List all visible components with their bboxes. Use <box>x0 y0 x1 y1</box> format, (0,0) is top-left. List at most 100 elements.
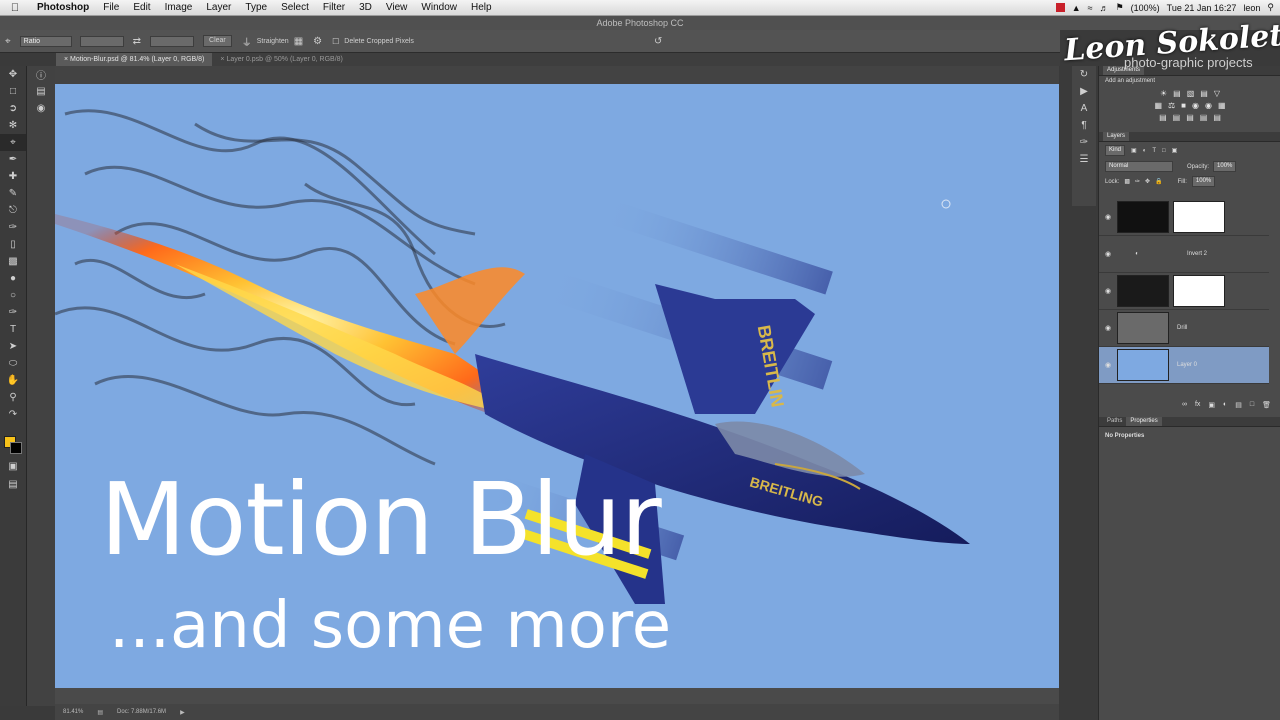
brush-presets-icon[interactable]: ✑ <box>1072 134 1096 151</box>
filter-shape-icon[interactable]: □ <box>1162 148 1166 154</box>
status-arrow-icon[interactable]: ▶ <box>180 709 185 716</box>
gradient-tool-icon[interactable]: ▩ <box>0 253 26 270</box>
checkbox-icon[interactable]: ☐ <box>332 37 339 46</box>
app-status-icon[interactable] <box>1055 3 1065 12</box>
info-icon[interactable]: ⓘ <box>27 66 55 83</box>
photo-filter-icon[interactable]: ◉ <box>1192 101 1199 110</box>
invert-icon[interactable]: ▤ <box>1159 113 1167 122</box>
new-layer-icon[interactable]: □ <box>1250 401 1254 409</box>
crop-icon[interactable]: ⌖ <box>5 36 11 47</box>
hand-tool-icon[interactable]: ✋ <box>0 372 26 389</box>
tab-layers[interactable]: Layers <box>1103 132 1130 141</box>
visibility-eye-icon[interactable]: ◉ <box>1099 361 1117 369</box>
filter-pixel-icon[interactable]: ▣ <box>1131 147 1137 154</box>
tab-motion-blur[interactable]: × Motion-Blur.psd @ 81.4% (Layer 0, RGB/… <box>56 53 213 66</box>
tab-close-icon[interactable]: × <box>220 56 224 63</box>
menu-edit[interactable]: Edit <box>126 2 157 13</box>
menu-3d[interactable]: 3D <box>352 2 379 13</box>
height-field[interactable] <box>150 35 195 47</box>
channel-mixer-icon[interactable]: ◉ <box>1205 101 1212 110</box>
posterize-icon[interactable]: ▤ <box>1173 113 1181 122</box>
history-brush-tool-icon[interactable]: ✑ <box>0 219 26 236</box>
menu-view[interactable]: View <box>379 2 415 13</box>
tab-layer-0[interactable]: × Layer 0.psb @ 50% (Layer 0, RGB/8) <box>212 53 350 66</box>
threshold-icon[interactable]: ▤ <box>1186 113 1194 122</box>
curves-icon[interactable]: ▧ <box>1187 89 1195 98</box>
zoom-level[interactable]: 81.41% <box>63 709 83 715</box>
levels-icon[interactable]: ▤ <box>1173 89 1181 98</box>
menu-user[interactable]: leon <box>1243 3 1260 13</box>
tab-paths[interactable]: Paths <box>1103 417 1126 426</box>
layer-row-selected[interactable]: ◉ Layer 0 <box>1099 347 1269 384</box>
flag-icon[interactable]: ⚑ <box>1116 2 1124 13</box>
lock-position-icon[interactable]: ✥ <box>1145 178 1150 185</box>
zoom-tool-icon[interactable]: ⚲ <box>0 389 26 406</box>
crop-tool-icon[interactable]: ⌖ <box>0 134 26 151</box>
stamp-tool-icon[interactable]: ⎋ <box>0 202 26 219</box>
visibility-eye-icon[interactable]: ◉ <box>1099 287 1117 295</box>
menu-image[interactable]: Image <box>158 2 200 13</box>
quick-select-tool-icon[interactable]: ✻ <box>0 117 26 134</box>
menu-layer[interactable]: Layer <box>199 2 238 13</box>
lasso-tool-icon[interactable]: ➲ <box>0 100 26 117</box>
ratio-select[interactable]: Ratio <box>19 35 72 47</box>
document-canvas[interactable]: BREITLIN BREITLING Motion Blur ...and so… <box>55 84 1059 688</box>
visibility-eye-icon[interactable]: ◉ <box>1099 250 1117 258</box>
filter-kind-select[interactable]: Kind <box>1105 145 1126 156</box>
delete-cropped-label[interactable]: Delete Cropped Pixels <box>344 38 414 45</box>
link-layers-icon[interactable]: ∞ <box>1182 401 1187 409</box>
straighten-label[interactable]: Straighten <box>257 38 289 45</box>
blend-mode-select[interactable]: Normal <box>1105 161 1173 172</box>
character-icon[interactable]: A <box>1072 100 1096 117</box>
tab-properties[interactable]: Properties <box>1126 417 1162 426</box>
selective-color-icon[interactable]: ▤ <box>1213 113 1221 122</box>
menu-type[interactable]: Type <box>238 2 274 13</box>
exposure-icon[interactable]: ▤ <box>1200 89 1208 98</box>
history-icon[interactable]: ↻ <box>1072 66 1096 83</box>
histogram-icon[interactable]: ▤ <box>27 83 55 100</box>
visibility-eye-icon[interactable]: ◉ <box>1099 324 1117 332</box>
swap-colors-icon[interactable]: ↷ <box>0 406 26 423</box>
new-adjustment-icon[interactable]: ◐ <box>1223 401 1227 409</box>
menu-file[interactable]: File <box>96 2 126 13</box>
layer-row[interactable]: ◉ ◐ Invert 2 <box>1099 236 1269 273</box>
swap-icon[interactable]: ⇄ <box>133 36 141 47</box>
dodge-tool-icon[interactable]: ○ <box>0 287 26 304</box>
reset-icon[interactable]: ↺ <box>654 36 662 47</box>
width-field[interactable] <box>79 35 124 47</box>
lock-pixels-icon[interactable]: ✑ <box>1135 178 1140 185</box>
brush-tool-icon[interactable]: ✎ <box>0 185 26 202</box>
path-select-tool-icon[interactable]: ➤ <box>0 338 26 355</box>
wifi-icon[interactable]: ≈ <box>1088 3 1093 13</box>
eraser-tool-icon[interactable]: ▯ <box>0 236 26 253</box>
hue-saturation-icon[interactable]: ▦ <box>1154 101 1162 110</box>
fx-icon[interactable]: fx <box>1195 401 1200 409</box>
brightness-icon[interactable]: ☀ <box>1160 89 1167 98</box>
color-lookup-icon[interactable]: ▦ <box>1218 101 1226 110</box>
straighten-icon[interactable]: ⏚ <box>242 34 252 49</box>
pen-tool-icon[interactable]: ✑ <box>0 304 26 321</box>
search-icon[interactable]: ⚲ <box>1267 2 1274 13</box>
menu-app-photoshop[interactable]: Photoshop <box>30 2 96 13</box>
healing-tool-icon[interactable]: ✚ <box>0 168 26 185</box>
quick-mask-icon[interactable]: ▣ <box>0 458 26 475</box>
move-tool-icon[interactable]: ✥ <box>0 66 26 83</box>
fill-field[interactable]: 100% <box>1191 176 1216 187</box>
layer-row[interactable]: ◉ <box>1099 273 1269 310</box>
overlay-grid-icon[interactable]: ▦ <box>294 36 303 47</box>
tool-presets-icon[interactable]: ☰ <box>1072 151 1096 168</box>
menu-filter[interactable]: Filter <box>316 2 352 13</box>
color-balance-icon[interactable]: ⚖ <box>1168 101 1175 110</box>
gear-icon[interactable]: ⚙ <box>313 36 322 47</box>
background-color-swatch[interactable] <box>10 442 22 454</box>
gradient-map-icon[interactable]: ▤ <box>1200 113 1208 122</box>
opacity-field[interactable]: 100% <box>1213 161 1237 172</box>
filter-smart-icon[interactable]: ▣ <box>1172 147 1178 154</box>
volume-icon[interactable]: ♬ <box>1100 3 1109 13</box>
doc-size[interactable]: Doc: 7.88M/17.6M <box>117 709 166 715</box>
apple-menu-icon[interactable]:  <box>0 2 30 14</box>
shape-tool-icon[interactable]: ⬭ <box>0 355 26 372</box>
lock-transparent-icon[interactable]: ▩ <box>1124 178 1130 185</box>
paragraph-icon[interactable]: ¶ <box>1072 117 1096 134</box>
clear-button[interactable]: Clear <box>203 35 232 47</box>
